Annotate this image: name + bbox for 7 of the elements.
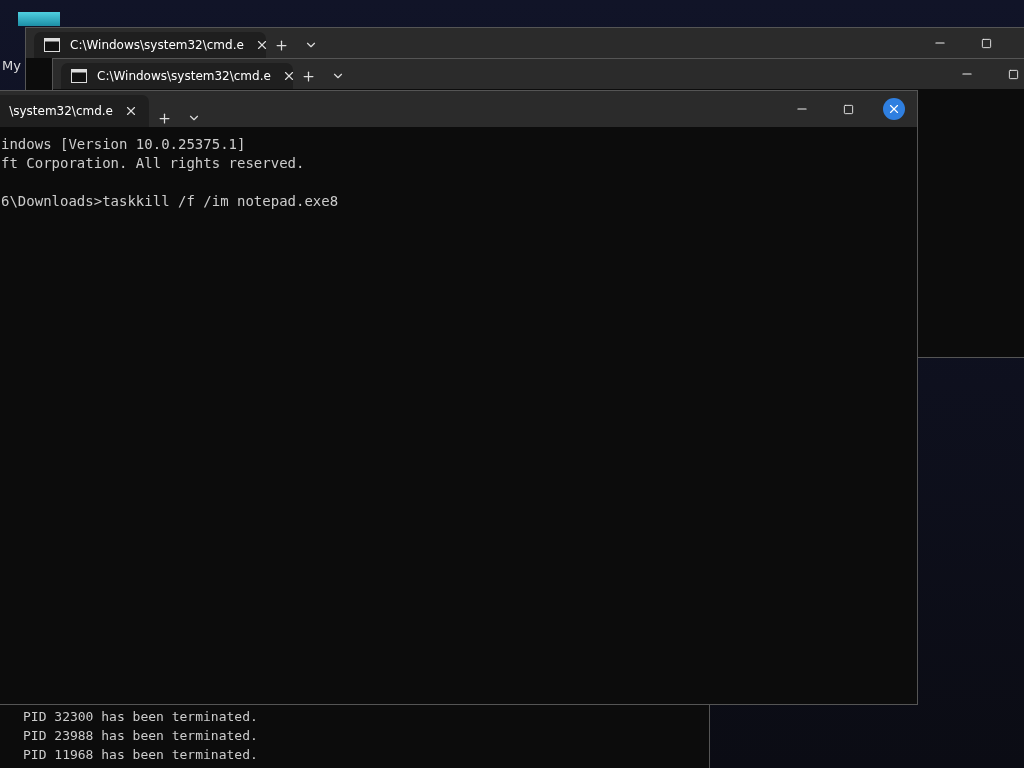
console-line: ft Corporation. All rights reserved. [1, 154, 306, 173]
console-line: indows [Version 10.0.25375.1] [1, 135, 247, 154]
console-line: PID 32300 has been terminated. [23, 708, 259, 726]
console-line: PID 23988 has been terminated. [23, 727, 259, 745]
desktop-icon-label[interactable]: My [2, 58, 21, 73]
console-line: PID 11968 has been terminated. [23, 746, 259, 764]
console-line: 6\Downloads>taskkill /f /im notepad.exe8 [1, 192, 340, 211]
